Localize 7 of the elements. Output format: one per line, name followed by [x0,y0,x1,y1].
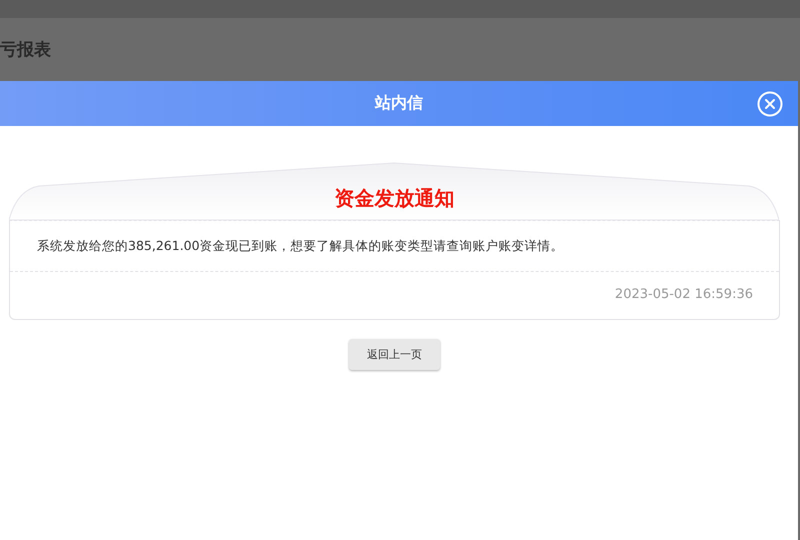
dialog-title: 站内信 [375,93,423,114]
page-title: 亏报表 [0,39,51,61]
notice-heading: 资金发放通知 [334,185,456,212]
close-icon[interactable] [757,91,783,117]
notice-message: 系统发放给您的385,261.00资金现已到账，想要了解具体的账变类型请查询账户账变详情。 [10,221,779,272]
back-button[interactable]: 返回上一页 [349,339,440,370]
notice-time: 2023-05-02 16:59:36 [614,287,753,302]
